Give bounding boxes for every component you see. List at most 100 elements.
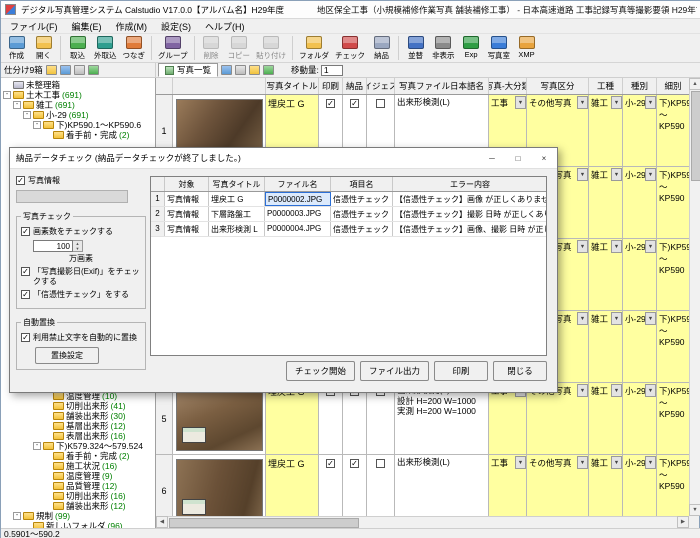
tree-item[interactable]: 新しいフォルダ(96) (1, 521, 155, 528)
move-amount-input[interactable] (321, 65, 343, 76)
item-name-cell[interactable]: 信憑性チェック (331, 192, 393, 206)
photo-title-cell[interactable]: 下層路盤工 (209, 207, 265, 221)
menu-item-2[interactable]: 作成(M) (110, 19, 154, 34)
row-number[interactable]: 1 (151, 192, 165, 206)
dropdown-button[interactable] (611, 96, 622, 109)
file-name-cell[interactable]: P0000002.JPG (265, 192, 331, 206)
dropdown-button[interactable] (611, 168, 622, 181)
collapse-icon[interactable]: - (33, 121, 41, 129)
tree-item[interactable]: 切削出来形(41) (1, 401, 155, 411)
file-name-cell[interactable]: P0000004.JPG (265, 222, 331, 236)
dropdown-button[interactable] (577, 312, 588, 325)
dropdown-button[interactable] (611, 384, 622, 397)
shubetsu-cell[interactable]: 小-29 (623, 455, 657, 516)
pixel-spinner[interactable]: ▲▼ (73, 240, 83, 252)
check-start-button[interactable]: チェック開始 (286, 361, 355, 381)
scroll-down-icon[interactable]: ▼ (689, 504, 700, 516)
photo-title-cell[interactable]: 埋戻工 G (266, 455, 319, 516)
folder-collapse-icon[interactable] (74, 65, 85, 75)
tree-item[interactable]: 基層出来形(12) (1, 421, 155, 431)
digest-cell[interactable] (367, 455, 395, 516)
tab-photo-list[interactable]: 写真一覧 (158, 63, 218, 77)
dropdown-button[interactable] (515, 96, 526, 109)
dropdown-button[interactable] (645, 168, 656, 181)
saibetsu-cell[interactable]: 下)KP590.1～KP590 (657, 167, 689, 238)
shubetsu-cell[interactable]: 小-29 (623, 95, 657, 166)
toolbar-import-button[interactable]: 取込 (64, 35, 91, 62)
koushu-cell[interactable]: 雑工 (589, 95, 623, 166)
file-name-cell[interactable]: P0000003.JPG (265, 207, 331, 221)
tree-item[interactable]: 表層出来形(16) (1, 431, 155, 441)
shubetsu-cell[interactable]: 小-29 (623, 239, 657, 310)
credibility-check-checkbox[interactable]: 「信憑性チェック」をする (21, 290, 141, 300)
tree-item[interactable]: -小-29(691) (1, 110, 155, 120)
item-name-cell[interactable]: 信憑性チェック (331, 207, 393, 221)
tree-item[interactable]: 施工状況(16) (1, 461, 155, 471)
row-number[interactable]: 3 (151, 222, 165, 236)
maximize-icon[interactable]: □ (505, 148, 531, 168)
dropdown-button[interactable] (515, 456, 526, 469)
dropdown-button[interactable] (645, 312, 656, 325)
toolbar-copy-button[interactable]: コピー (225, 35, 254, 62)
error-text-cell[interactable]: 【信憑性チェック】画像、撮影 日時 が正しくありません。 (393, 222, 547, 236)
collapse-icon[interactable]: - (13, 512, 21, 520)
scroll-right-icon[interactable]: ▶ (677, 516, 689, 528)
saibetsu-cell[interactable]: 下)KP590.1～KP590 (657, 95, 689, 166)
toolbar-xmp-button[interactable]: XMP (513, 35, 540, 60)
shubetsu-cell[interactable]: 小-29 (623, 311, 657, 382)
delivery-cell[interactable] (343, 455, 367, 516)
close-icon[interactable]: × (531, 148, 557, 168)
folder-refresh-icon[interactable] (88, 65, 99, 75)
dropdown-button[interactable] (645, 96, 656, 109)
photo-cell[interactable] (173, 455, 266, 516)
horizontal-scrollbar[interactable]: ◀ ▶ (156, 516, 689, 528)
koushu-cell[interactable]: 雑工 (589, 383, 623, 454)
major-category-cell[interactable]: 工事 (489, 383, 527, 454)
photo-cell[interactable] (173, 383, 266, 454)
target-cell[interactable]: 写真情報 (165, 192, 209, 206)
saibetsu-cell[interactable]: 下)KP590.1～KP590 (657, 311, 689, 382)
photo-thumbnail[interactable] (176, 459, 263, 517)
toolbar-group-button[interactable]: グループ (155, 35, 191, 62)
horizontal-scroll-thumb[interactable] (169, 518, 359, 528)
toolbar-exp-button[interactable]: Exp (458, 35, 485, 60)
tree-item[interactable]: -雑工(691) (1, 100, 155, 110)
photo-thumbnail[interactable] (176, 387, 263, 451)
koushu-cell[interactable]: 雑工 (589, 239, 623, 310)
menu-item-4[interactable]: ヘルプ(H) (199, 19, 251, 34)
menu-item-3[interactable]: 設定(S) (155, 19, 197, 34)
target-cell[interactable]: 写真情報 (165, 222, 209, 236)
detail-view-icon[interactable] (263, 65, 274, 75)
vertical-scrollbar[interactable]: ▲ ▼ (689, 78, 700, 516)
toolbar-check-button[interactable]: チェック (332, 35, 368, 62)
photo-kubun-cell[interactable]: その他写真 (527, 383, 589, 454)
folder-add-icon[interactable] (46, 65, 57, 75)
toolbar-hide-button[interactable]: 非表示 (429, 35, 458, 62)
minimize-icon[interactable]: ─ (479, 148, 505, 168)
album-view-icon[interactable] (249, 65, 260, 75)
saibetsu-cell[interactable]: 下)KP590.1～KP590 (657, 455, 689, 516)
print-checkbox[interactable] (326, 99, 335, 108)
print-cell[interactable] (319, 455, 343, 516)
vertical-scroll-thumb[interactable] (691, 91, 700, 181)
jp-filename-cell[interactable]: 出来形検測(L) 設計 H=200 W=1000 実測 H=200 W=1000 (395, 383, 489, 454)
tree-item[interactable]: 切削出来形(16) (1, 491, 155, 501)
error-text-cell[interactable]: 【信憑性チェック】画像 が正しくありません。 (393, 192, 547, 206)
dialog-titlebar[interactable]: 納品データチェック (納品データチェックが終了しました。) ─ □ × (10, 148, 557, 169)
shubetsu-cell[interactable]: 小-29 (623, 167, 657, 238)
dropdown-button[interactable] (577, 168, 588, 181)
dropdown-button[interactable] (611, 312, 622, 325)
file-output-button[interactable]: ファイル出力 (360, 361, 429, 381)
target-cell[interactable]: 写真情報 (165, 207, 209, 221)
tree-item[interactable]: -規制(99) (1, 511, 155, 521)
digest-checkbox[interactable] (376, 99, 385, 108)
replace-settings-button[interactable]: 置換設定 (35, 347, 99, 364)
collapse-icon[interactable]: - (13, 101, 21, 109)
toolbar-ext-import-button[interactable]: 外取込 (91, 35, 120, 62)
tree-item[interactable]: 舗装出来形(12) (1, 501, 155, 511)
koushu-cell[interactable]: 雑工 (589, 167, 623, 238)
toolbar-delivery-button[interactable]: 納品 (368, 35, 395, 62)
digest-checkbox[interactable] (376, 459, 385, 468)
tree-item[interactable]: -下)K579.324～579.524 (1, 441, 155, 451)
collapse-icon[interactable]: - (3, 91, 11, 99)
